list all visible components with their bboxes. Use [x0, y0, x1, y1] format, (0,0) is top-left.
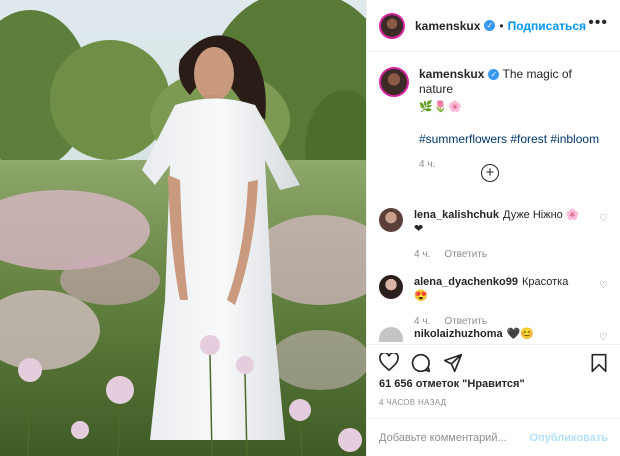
author-username[interactable]: kamenskux	[415, 19, 480, 33]
caption-emoji: 🌿🌷🌸	[419, 101, 464, 113]
comment-body: nikolaizhuzhoma 🖤😊	[414, 327, 584, 342]
plus-circle-icon[interactable]: +	[481, 164, 499, 182]
comment-body: alena_dyachenko99 Красотка 😍 4 ч. Ответить	[414, 275, 584, 329]
caption-text-block: kamenskux ✓ The magic of nature 🌿🌷🌸 #summ…	[419, 67, 608, 172]
likes-count[interactable]: 61 656 отметок "Нравится"	[379, 378, 525, 390]
publish-button[interactable]: Опубликовать	[529, 432, 608, 444]
comment-time: 4 ч.	[414, 249, 431, 260]
comment-time: 4 ч.	[414, 316, 431, 327]
reply-button[interactable]: Ответить	[444, 249, 487, 260]
caption-hashtags[interactable]: #summerflowers #forest #inbloom	[419, 132, 608, 147]
post-sidebar: kamenskux ✓ • Подписаться ••• kamenskux ✓…	[366, 0, 620, 456]
comment-input[interactable]	[379, 431, 530, 444]
post-photo[interactable]	[0, 0, 366, 456]
post-actions	[367, 344, 620, 381]
comment-like-icon[interactable]: ♡	[599, 213, 608, 224]
add-comment-bar: Опубликовать	[367, 418, 620, 456]
comment-meta: 4 ч. Ответить	[414, 248, 584, 262]
comment-username[interactable]: alena_dyachenko99	[414, 276, 518, 288]
comment-text: 🖤😊	[506, 328, 535, 340]
comment-avatar[interactable]	[379, 275, 403, 299]
post-header: kamenskux ✓ • Подписаться •••	[367, 0, 620, 52]
header-separator: •	[499, 18, 504, 33]
instagram-post-view: kamenskux ✓ • Подписаться ••• kamenskux ✓…	[0, 0, 620, 456]
caption-username[interactable]: kamenskux	[419, 67, 484, 81]
verified-badge-icon: ✓	[488, 69, 500, 81]
reply-button[interactable]: Ответить	[444, 316, 487, 327]
comment-item: lena_kalishchuk Дуже Ніжно 🌸❤ 4 ч. Ответит…	[379, 208, 608, 262]
comments-area: kamenskux ✓ The magic of nature 🌿🌷🌸 #summ…	[367, 53, 620, 342]
caption-avatar[interactable]	[379, 67, 409, 97]
post-age: 4 ЧАСОВ НАЗАД	[379, 398, 447, 407]
photo-woman-in-flower-field	[0, 0, 366, 456]
author-avatar[interactable]	[379, 12, 405, 39]
comment-item: alena_dyachenko99 Красотка 😍 4 ч. Ответить…	[379, 275, 608, 329]
action-icons-row	[367, 345, 620, 381]
comment-like-icon[interactable]: ♡	[599, 280, 608, 291]
share-icon[interactable]	[443, 353, 463, 373]
comment-username[interactable]: lena_kalishchuk	[414, 209, 499, 221]
verified-badge-icon: ✓	[484, 20, 496, 31]
comment-avatar[interactable]	[379, 327, 403, 342]
comment-body: lena_kalishchuk Дуже Ніжно 🌸❤ 4 ч. Ответит…	[414, 208, 584, 262]
post-caption: kamenskux ✓ The magic of nature 🌿🌷🌸 #summ…	[367, 53, 620, 172]
heart-icon[interactable]	[379, 353, 399, 371]
bookmark-icon[interactable]	[590, 353, 608, 373]
comment-avatar[interactable]	[379, 208, 403, 232]
caption-time: 4 ч.	[419, 159, 436, 170]
comment-username[interactable]: nikolaizhuzhoma	[414, 328, 503, 340]
comment-item: nikolaizhuzhoma 🖤😊 ♡	[379, 327, 608, 342]
more-options-icon[interactable]: •••	[588, 14, 608, 32]
comment-icon[interactable]	[411, 353, 431, 373]
follow-button[interactable]: Подписаться	[508, 19, 586, 33]
comment-like-icon[interactable]: ♡	[599, 332, 608, 342]
